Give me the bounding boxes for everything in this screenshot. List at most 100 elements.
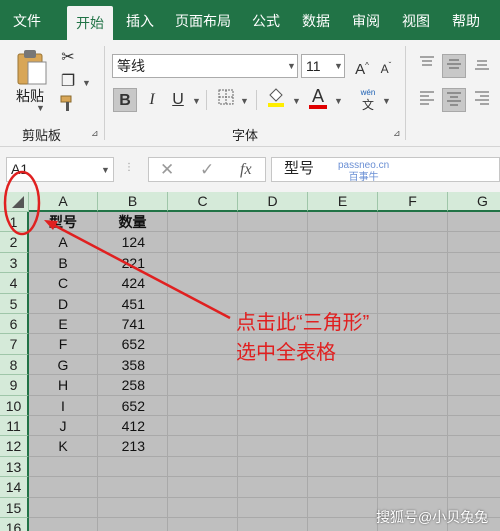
row-header-9[interactable]: 9 — [0, 375, 29, 396]
cell-b15[interactable] — [98, 497, 168, 518]
cell-c7[interactable] — [168, 334, 238, 355]
name-box[interactable]: A1 — [6, 157, 114, 182]
row-header-16[interactable]: 16 — [0, 518, 29, 531]
row-header-12[interactable]: 12 — [0, 436, 29, 457]
cell-a11[interactable]: J — [29, 416, 98, 437]
cell-f8[interactable] — [378, 354, 448, 376]
cell-f4[interactable] — [378, 273, 448, 294]
cell-c14[interactable] — [168, 477, 238, 498]
cell-a16[interactable] — [29, 518, 98, 531]
cell-c5[interactable] — [168, 293, 238, 314]
shrink-font-button[interactable]: Aˇ — [374, 54, 398, 78]
font-color-dropdown-icon[interactable]: ▼ — [334, 96, 343, 106]
cell-b14[interactable] — [98, 477, 168, 498]
cell-g14[interactable] — [448, 477, 500, 498]
cell-f3[interactable] — [378, 252, 448, 274]
cell-e14[interactable] — [308, 477, 378, 498]
column-header-c[interactable]: C — [168, 192, 238, 212]
cell-a12[interactable]: K — [29, 436, 98, 457]
cell-c10[interactable] — [168, 395, 238, 416]
cell-e13[interactable] — [308, 456, 378, 478]
cell-f13[interactable] — [378, 456, 448, 478]
cell-f10[interactable] — [378, 395, 448, 416]
cell-c1[interactable] — [168, 212, 238, 233]
font-launcher-icon[interactable]: ⊿ — [393, 128, 401, 139]
cell-c9[interactable] — [168, 375, 238, 396]
cell-d9[interactable] — [238, 375, 308, 396]
cell-e2[interactable] — [308, 232, 378, 253]
fill-color-icon[interactable] — [264, 86, 288, 110]
align-center-icon[interactable] — [442, 88, 466, 112]
cell-e1[interactable] — [308, 212, 378, 233]
cell-e11[interactable] — [308, 416, 378, 437]
cell-c16[interactable] — [168, 518, 238, 531]
cell-e4[interactable] — [308, 273, 378, 294]
cell-d15[interactable] — [238, 497, 308, 518]
name-box-dropdown-icon[interactable]: ▼ — [101, 165, 110, 175]
tab-page-layout[interactable]: 页面布局 — [168, 0, 238, 40]
row-header-2[interactable]: 2 — [0, 232, 29, 253]
insert-function-icon[interactable]: fx — [240, 157, 252, 182]
cell-b3[interactable]: 221 — [98, 252, 168, 274]
cell-g8[interactable] — [448, 355, 500, 376]
column-header-a[interactable]: A — [29, 192, 98, 212]
tab-file[interactable]: 文件 — [6, 0, 48, 40]
font-color-button[interactable]: A — [306, 84, 330, 109]
cell-a8[interactable]: G — [29, 354, 98, 376]
align-middle-icon[interactable] — [442, 54, 466, 78]
row-header-7[interactable]: 7 — [0, 334, 29, 355]
cell-a13[interactable] — [29, 456, 98, 478]
cell-g6[interactable] — [448, 314, 500, 335]
drag-handle-icon[interactable]: ⋮ — [124, 162, 134, 173]
column-header-e[interactable]: E — [308, 192, 378, 212]
phonetic-guide-button[interactable]: wén 文 — [356, 86, 380, 112]
cell-g7[interactable] — [448, 334, 500, 355]
cell-a7[interactable]: F — [29, 334, 98, 355]
row-header-4[interactable]: 4 — [0, 273, 29, 294]
cell-e16[interactable] — [308, 518, 378, 531]
confirm-entry-icon[interactable]: ✓ — [200, 157, 214, 182]
cell-b4[interactable]: 424 — [98, 273, 168, 294]
row-header-13[interactable]: 13 — [0, 456, 29, 478]
cell-c12[interactable] — [168, 436, 238, 457]
fill-color-dropdown-icon[interactable]: ▼ — [292, 96, 301, 106]
cell-g3[interactable] — [448, 253, 500, 274]
row-header-10[interactable]: 10 — [0, 395, 29, 416]
clipboard-launcher-icon[interactable]: ⊿ — [91, 128, 99, 139]
cell-g2[interactable] — [448, 232, 500, 253]
cell-e10[interactable] — [308, 395, 378, 416]
format-painter-icon[interactable] — [56, 94, 80, 118]
cell-c11[interactable] — [168, 416, 238, 437]
phonetic-dropdown-icon[interactable]: ▼ — [382, 96, 391, 106]
column-header-g[interactable]: G — [448, 192, 500, 212]
cell-b2[interactable]: 124 — [98, 232, 168, 253]
row-header-15[interactable]: 15 — [0, 497, 29, 518]
cell-c8[interactable] — [168, 354, 238, 376]
borders-icon[interactable] — [214, 88, 238, 112]
cell-b7[interactable]: 652 — [98, 334, 168, 355]
row-header-6[interactable]: 6 — [0, 314, 29, 335]
cell-g11[interactable] — [448, 416, 500, 437]
cell-b10[interactable]: 652 — [98, 395, 168, 416]
cell-f12[interactable] — [378, 436, 448, 457]
cut-icon[interactable]: ✂ — [56, 46, 80, 70]
column-header-f[interactable]: F — [378, 192, 448, 212]
tab-home[interactable]: 开始 — [67, 6, 113, 40]
row-header-14[interactable]: 14 — [0, 477, 29, 498]
paste-button[interactable]: 粘贴 — [12, 48, 52, 106]
cell-d11[interactable] — [238, 416, 308, 437]
row-header-1[interactable]: 1 — [0, 212, 29, 233]
grow-font-button[interactable]: A^ — [350, 54, 374, 78]
cell-d4[interactable] — [238, 273, 308, 294]
cell-f11[interactable] — [378, 416, 448, 437]
cell-g9[interactable] — [448, 375, 500, 396]
paste-dropdown-icon[interactable]: ▼ — [36, 103, 45, 113]
tab-help[interactable]: 帮助 — [444, 0, 488, 40]
tab-view[interactable]: 视图 — [394, 0, 438, 40]
cell-g1[interactable] — [448, 212, 500, 233]
cell-b1[interactable]: 数量 — [98, 212, 168, 233]
tab-data[interactable]: 数据 — [294, 0, 338, 40]
cell-c4[interactable] — [168, 273, 238, 294]
cell-e15[interactable] — [308, 497, 378, 518]
italic-button[interactable]: I — [140, 88, 164, 112]
